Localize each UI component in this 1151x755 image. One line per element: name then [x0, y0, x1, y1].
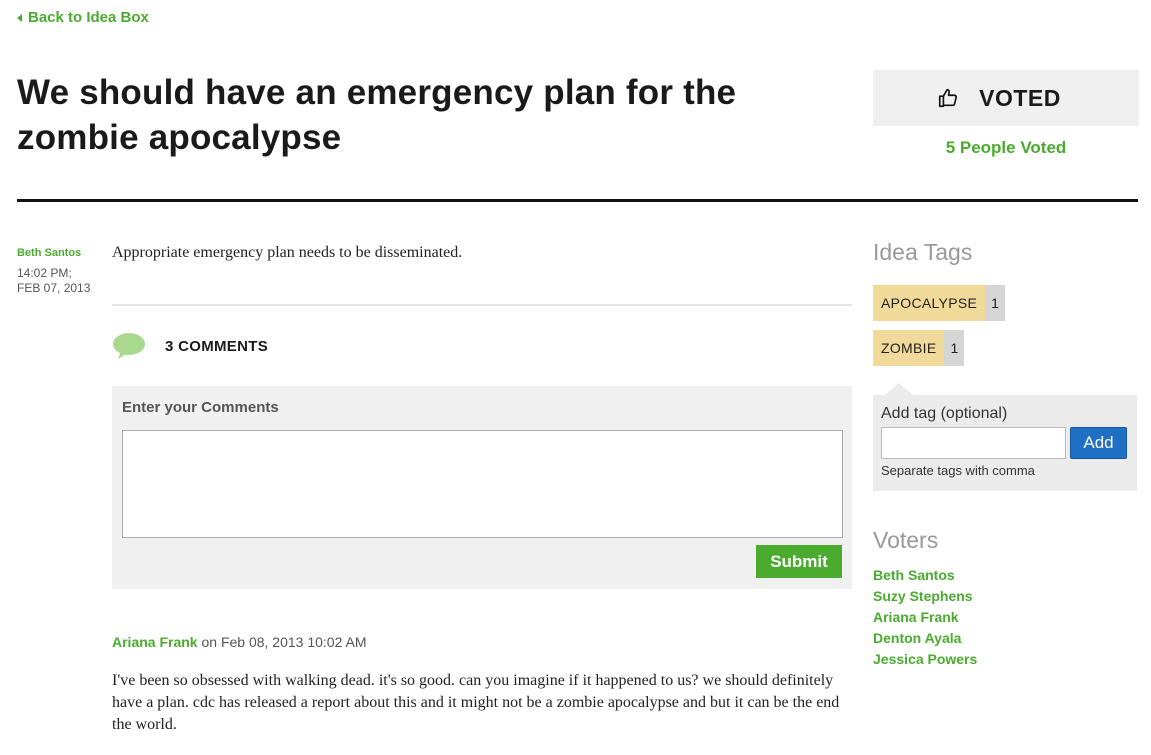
voter-link[interactable]: Beth Santos [873, 565, 977, 586]
tag-zombie[interactable]: ZOMBIE 1 [873, 330, 965, 366]
vote-label: VOTED [979, 84, 1061, 111]
comment-text: I've been so obsessed with walking dead.… [112, 672, 840, 733]
voters-heading: Voters [873, 527, 939, 553]
idea-description: Appropriate emergency plan needs to be d… [112, 244, 463, 261]
panel-pointer [885, 383, 913, 395]
caret-left-icon [17, 13, 22, 22]
comment-author[interactable]: Ariana Frank [112, 634, 198, 650]
description-divider [112, 304, 852, 306]
tag-name: ZOMBIE [873, 330, 945, 366]
voter-link[interactable]: Jessica Powers [873, 649, 977, 670]
idea-author[interactable]: Beth Santos [17, 247, 81, 259]
comment-meta: Ariana Frank on Feb 08, 2013 10:02 AM [112, 634, 857, 650]
tag-count: 1 [985, 285, 1005, 321]
comments-header: 3 COMMENTS [112, 332, 268, 360]
comments-count: 3 COMMENTS [165, 337, 269, 355]
add-tag-label: Add tag (optional) [881, 405, 1008, 422]
idea-time: 14:02 PM; [17, 266, 72, 280]
add-tag-hint: Separate tags with comma [881, 463, 1035, 478]
vote-button[interactable]: VOTED [873, 70, 1139, 126]
idea-tags-heading: Idea Tags [873, 239, 973, 265]
thumbs-up-icon [939, 88, 958, 108]
voter-link[interactable]: Suzy Stephens [873, 586, 977, 607]
submit-comment-button[interactable]: Submit [756, 545, 842, 578]
comment-form: Enter your Comments Submit [112, 386, 852, 589]
back-to-idea-box-link[interactable]: Back to Idea Box [17, 9, 149, 26]
vote-count: 5 People Voted [945, 138, 1067, 157]
speech-bubble-icon [113, 333, 145, 359]
tag-count: 1 [944, 330, 965, 366]
comment-form-label: Enter your Comments [122, 399, 279, 416]
idea-timestamp: 14:02 PM; FEB 07, 2013 [17, 266, 97, 296]
tag-name: APOCALYPSE [873, 285, 986, 321]
idea-date: FEB 07, 2013 [17, 281, 91, 295]
voters-list: Beth Santos Suzy Stephens Ariana Frank D… [873, 565, 977, 670]
add-tag-panel: Add tag (optional) Add Separate tags wit… [873, 383, 1137, 491]
tag-apocalypse[interactable]: APOCALYPSE 1 [873, 285, 1005, 321]
comment-textarea[interactable] [122, 430, 843, 538]
comment-date: on Feb 08, 2013 10:02 AM [201, 634, 367, 650]
add-tag-input[interactable] [881, 427, 1066, 459]
voter-link[interactable]: Denton Ayala [873, 628, 977, 649]
voter-link[interactable]: Ariana Frank [873, 607, 977, 628]
page-title: We should have an emergency plan for the… [17, 73, 737, 157]
add-tag-button[interactable]: Add [1070, 427, 1127, 459]
back-link-label: Back to Idea Box [28, 9, 149, 26]
header-divider [17, 199, 1138, 202]
comment-item: Ariana Frank on Feb 08, 2013 10:02 AM I'… [112, 634, 857, 736]
